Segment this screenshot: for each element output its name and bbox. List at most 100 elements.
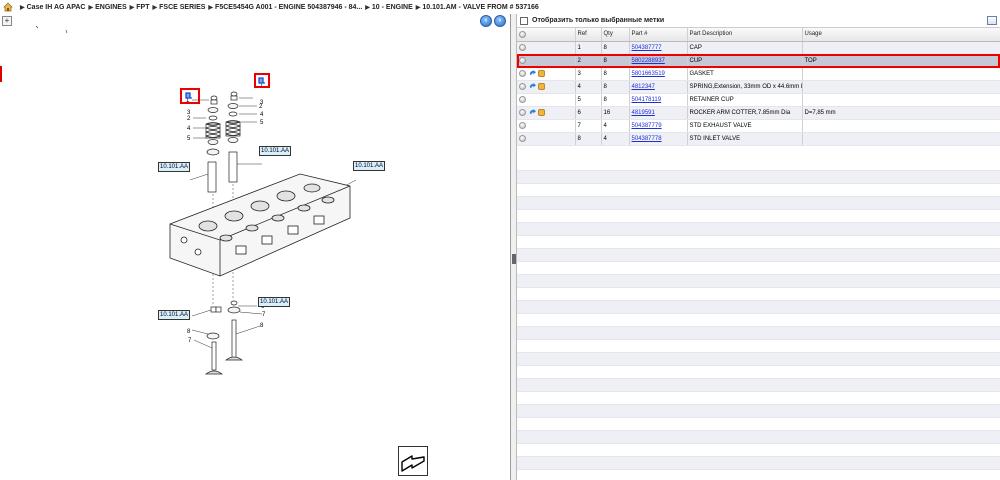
replacement-arrow-icon[interactable]: [529, 82, 536, 90]
ref-cell: 5: [575, 93, 602, 107]
usage-cell: [802, 41, 1000, 55]
ref-label: 4: [260, 112, 264, 118]
show-selected-only-checkbox[interactable]: [520, 16, 528, 25]
breadcrumb-arrow-icon: ▶: [20, 4, 25, 11]
parts-list-pane: Отобразить только выбранные метки Ref Qt…: [517, 14, 1000, 480]
parts-table: Ref Qty Part # Part Description Usage 1 …: [517, 28, 1000, 146]
diagram-pane: + ‹ › 1 1 2 2 3 3 4 4 5 5 6 8 8 7 7 10.1…: [0, 14, 511, 480]
breadcrumb-item[interactable]: ▶ FSCE SERIES: [150, 4, 206, 11]
breadcrumb-item[interactable]: ▶ Case IH AG APAC: [17, 4, 86, 11]
breadcrumb-arrow-icon: ▶: [415, 4, 421, 11]
breadcrumb-label[interactable]: FPT: [136, 4, 149, 11]
part-number-link[interactable]: 504387777: [632, 45, 662, 51]
part-number-link[interactable]: 4812347: [632, 84, 655, 90]
breadcrumb-label[interactable]: ENGINES: [95, 4, 127, 11]
cup-part-icon: [258, 77, 265, 84]
qty-cell: 8: [601, 93, 630, 107]
breadcrumb-item[interactable]: ▶ F5CE5454G A001 - ENGINE 504387946 - 84.…: [205, 4, 362, 11]
usage-cell: [802, 119, 1000, 133]
section-link-callout[interactable]: 10.101.AA: [258, 297, 291, 307]
section-link-callout[interactable]: 10.101.AA: [353, 161, 386, 171]
breadcrumb-label[interactable]: 10 - ENGINE: [372, 4, 413, 11]
breadcrumb-label[interactable]: Case IH AG APAC: [27, 4, 86, 11]
usage-cell: D=7,85 mm: [802, 106, 1000, 120]
table-row[interactable]: 5 8 504178119 RETAINER CUP: [517, 93, 1000, 107]
replacement-arrow-icon[interactable]: [529, 69, 536, 77]
column-header-usage[interactable]: Usage: [802, 28, 1000, 42]
description-cell: CUP: [687, 54, 803, 68]
kit-icon[interactable]: [538, 82, 545, 90]
qty-cell: 4: [601, 132, 630, 146]
part-number-link[interactable]: 5802288937: [632, 58, 665, 64]
usage-cell: TOP: [802, 54, 1000, 68]
row-select-icon[interactable]: [519, 95, 526, 103]
usage-cell: [802, 132, 1000, 146]
qty-cell: 16: [601, 106, 630, 120]
export-icon[interactable]: [987, 16, 997, 25]
breadcrumb-item[interactable]: ▶ ENGINES: [86, 4, 127, 11]
kit-icon[interactable]: [538, 108, 545, 116]
filter-bar: Отобразить только выбранные метки: [517, 14, 1000, 28]
kit-icon[interactable]: [538, 69, 545, 77]
table-row[interactable]: 4 8 4812347 SPRING,Extension, 33mm OD x …: [517, 80, 1000, 94]
section-link-callout[interactable]: 10.101.AA: [158, 162, 191, 172]
table-row[interactable]: 2 8 5802288937 CUP TOP: [517, 54, 1000, 68]
row-select-icon[interactable]: [519, 82, 526, 90]
row-select-icon[interactable]: [519, 56, 526, 64]
ref-cell: 6: [575, 106, 602, 120]
ref-cell: 1: [575, 41, 602, 55]
column-header-qty[interactable]: Qty: [601, 28, 630, 42]
description-cell: STD INLET VALVE: [687, 132, 803, 146]
breadcrumb-arrow-icon: ▶: [129, 4, 135, 11]
part-number-link[interactable]: 5801663519: [632, 71, 665, 77]
table-row[interactable]: 3 8 5801663519 GASKET: [517, 67, 1000, 81]
row-select-icon[interactable]: [519, 69, 526, 77]
qty-cell: 8: [601, 41, 630, 55]
breadcrumb-label[interactable]: F5CE5454G A001 - ENGINE 504387946 - 84..…: [215, 4, 362, 11]
show-selected-only-label: Отобразить только выбранные метки: [532, 17, 665, 24]
section-link-callout[interactable]: 10.101.AA: [158, 310, 191, 320]
table-row[interactable]: 6 16 4819591 ROCKER ARM COTTER,7.85mm Di…: [517, 106, 1000, 120]
replacement-arrow-icon[interactable]: [529, 108, 536, 116]
part-number-link[interactable]: 504178119: [632, 97, 662, 103]
description-cell: ROCKER ARM COTTER,7.85mm Dia: [687, 106, 803, 120]
column-header-description[interactable]: Part Description: [687, 28, 803, 42]
qty-cell: 8: [601, 80, 630, 94]
qty-cell: 8: [601, 67, 630, 81]
breadcrumb-item[interactable]: ▶ 10 - ENGINE: [362, 4, 412, 11]
part-number-link[interactable]: 4819591: [632, 110, 655, 116]
breadcrumb-arrow-icon: ▶: [365, 4, 370, 11]
table-row[interactable]: 8 4 504387778 STD INLET VALVE: [517, 132, 1000, 146]
breadcrumb-label[interactable]: 10.101.AM - VALVE FROM # 537166: [422, 4, 538, 11]
select-all-icon[interactable]: [519, 30, 526, 38]
qty-cell: 8: [601, 54, 630, 68]
description-cell: GASKET: [687, 67, 803, 81]
splitter-grip-icon[interactable]: [512, 254, 516, 264]
table-row[interactable]: 7 4 504387779 STD EXHAUST VALVE: [517, 119, 1000, 133]
ref-label: 7: [188, 338, 192, 344]
ref-label: 8: [260, 323, 264, 329]
qty-cell: 4: [601, 119, 630, 133]
part-number-link[interactable]: 504387779: [632, 123, 662, 129]
column-header-ref[interactable]: Ref: [575, 28, 602, 42]
row-select-icon[interactable]: [519, 108, 526, 116]
cup-part-icon: [185, 92, 192, 99]
row-select-icon[interactable]: [519, 121, 526, 129]
orientation-arrow-icon[interactable]: [398, 446, 428, 476]
part-number-link[interactable]: 504387778: [632, 136, 662, 142]
table-row[interactable]: 1 8 504387777 CAP: [517, 41, 1000, 55]
breadcrumb-item[interactable]: ▶ FPT: [127, 4, 150, 11]
column-header-select[interactable]: [517, 28, 576, 42]
breadcrumb-label[interactable]: FSCE SERIES: [159, 4, 205, 11]
breadcrumb: ▶ Case IH AG APAC ▶ ENGINES ▶ FPT ▶ FSCE SER…: [0, 0, 1000, 14]
row-select-icon[interactable]: [519, 134, 526, 142]
usage-cell: [802, 80, 1000, 94]
row-select-icon[interactable]: [519, 43, 526, 51]
breadcrumb-item[interactable]: ▶ 10.101.AM - VALVE FROM # 537166: [413, 4, 539, 11]
ref-label: 7: [262, 312, 266, 318]
section-link-callout[interactable]: 10.101.AA: [259, 146, 292, 156]
column-header-part[interactable]: Part #: [629, 28, 688, 42]
ref-label: 3: [187, 110, 191, 116]
home-icon[interactable]: [3, 2, 13, 12]
description-cell: CAP: [687, 41, 803, 55]
